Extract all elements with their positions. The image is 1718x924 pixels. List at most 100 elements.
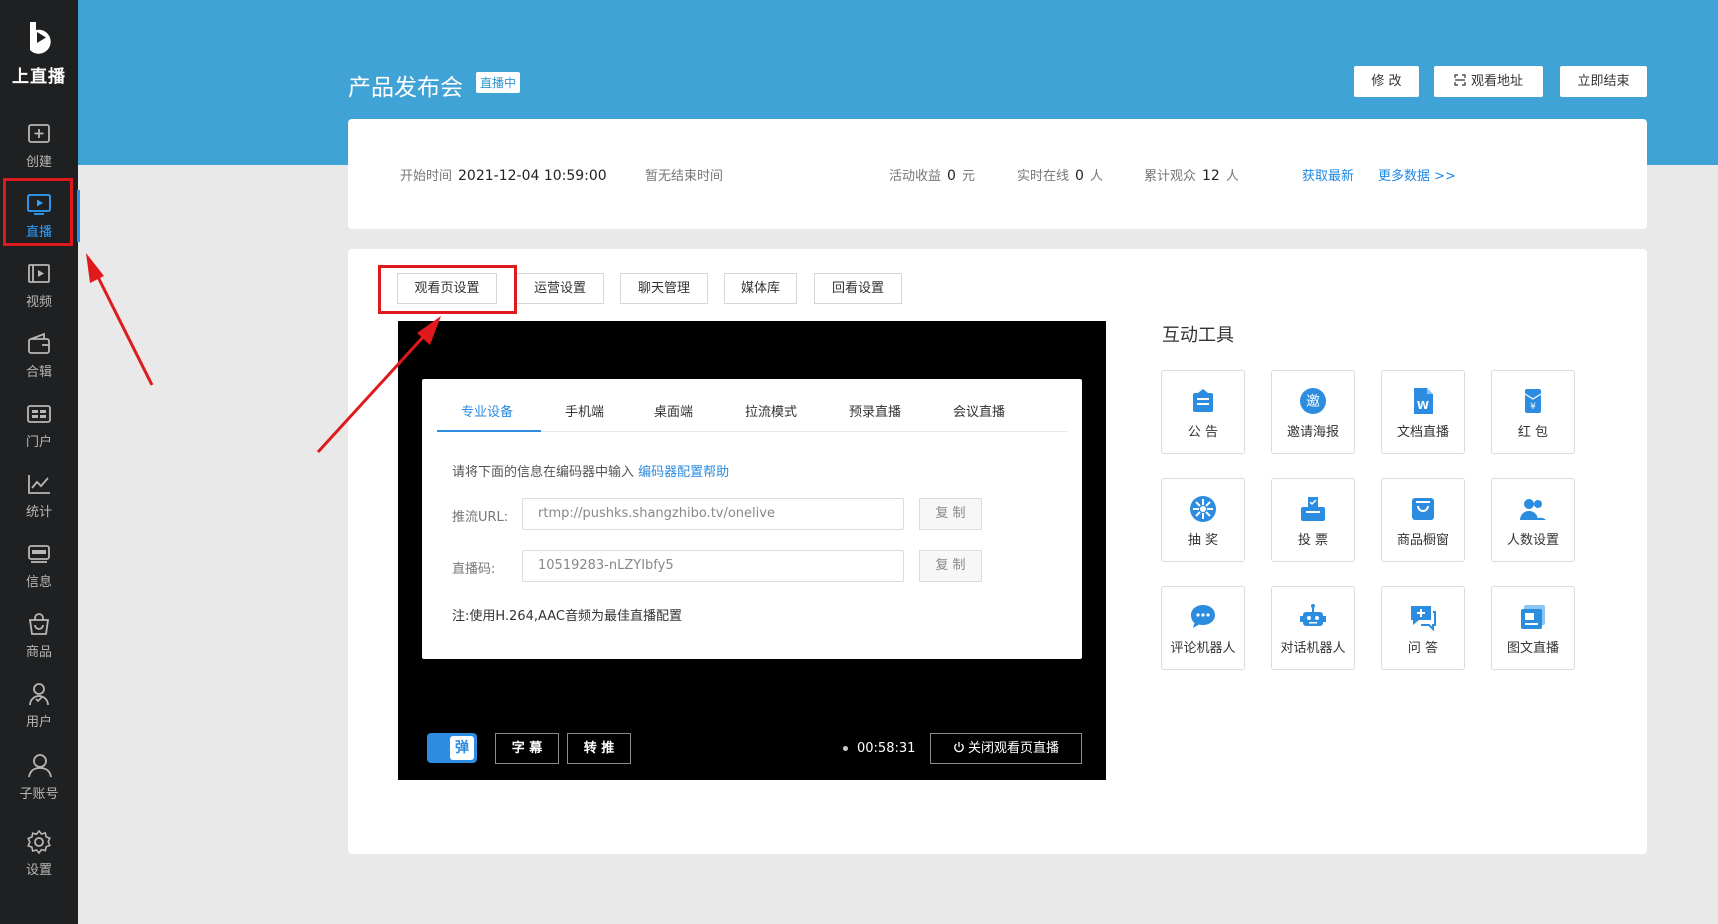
- tool-document-live[interactable]: W 文档直播: [1381, 370, 1465, 454]
- sidebar-item-message[interactable]: 信息: [0, 532, 78, 602]
- tool-label: 公 告: [1187, 425, 1219, 440]
- sidebar-item-collection[interactable]: 合辑: [0, 322, 78, 392]
- sidebar-item-label: 创建: [25, 155, 52, 170]
- encoder-help-link[interactable]: 编码器配置帮助: [638, 465, 729, 480]
- start-time-value: 2021-12-04 10:59:00: [458, 168, 607, 184]
- encoder-panel: 专业设备 手机端 桌面端 拉流模式 预录直播 会议直播 请将下面的信息在编码器中…: [422, 379, 1082, 659]
- encoder-tip-text: 请将下面的信息在编码器中输入: [452, 465, 635, 480]
- tool-people-count[interactable]: 人数设置: [1491, 478, 1575, 562]
- comment-robot-icon: [1191, 605, 1215, 628]
- push-url-label: 推流URL:: [452, 510, 509, 525]
- inner-tab-prerecorded[interactable]: 预录直播: [849, 401, 901, 420]
- tool-invite-poster[interactable]: 邀 邀请海报: [1271, 370, 1355, 454]
- tool-shop-window[interactable]: 商品橱窗: [1381, 478, 1465, 562]
- subtitle-button[interactable]: 字 幕: [495, 733, 559, 764]
- logo[interactable]: 上直播: [0, 20, 78, 87]
- tab-replay-settings[interactable]: 回看设置: [814, 273, 902, 304]
- total-value: 12: [1202, 168, 1220, 184]
- watch-url-button[interactable]: 观看地址: [1434, 66, 1543, 97]
- copy-push-url-button[interactable]: 复 制: [919, 498, 982, 530]
- inner-tab-pro-device[interactable]: 专业设备: [461, 401, 513, 420]
- tool-label: 商品橱窗: [1396, 533, 1449, 548]
- inner-tab-meeting[interactable]: 会议直播: [953, 401, 1005, 420]
- sidebar-item-label: 用户: [25, 715, 52, 730]
- sidebar-item-create[interactable]: 创建: [0, 112, 78, 182]
- sidebar-item-label: 信息: [25, 575, 52, 590]
- sidebar: 上直播 创建 直播 视频 合辑 门户 统计 信息 商品 用户 子账号 设置: [0, 0, 80, 924]
- svg-text:¥: ¥: [1530, 402, 1536, 412]
- tool-vote[interactable]: 投 票: [1271, 478, 1355, 562]
- tool-image-text-live[interactable]: 图文直播: [1491, 586, 1575, 670]
- video-icon: [28, 264, 50, 283]
- document-live-icon: W: [1414, 388, 1433, 414]
- message-icon: [28, 545, 50, 563]
- online-stat: 实时在线 0 人: [1017, 165, 1103, 184]
- player-preview: 专业设备 手机端 桌面端 拉流模式 预录直播 会议直播 请将下面的信息在编码器中…: [398, 321, 1106, 780]
- more-data-link[interactable]: 更多数据 >>: [1378, 165, 1456, 184]
- svg-text:W: W: [1417, 399, 1429, 412]
- people-count-icon: [1520, 499, 1546, 520]
- online-value: 0: [1075, 168, 1084, 184]
- tab-media-library[interactable]: 媒体库: [724, 273, 797, 304]
- gear-icon: [27, 829, 51, 855]
- tool-label: 抽 奖: [1187, 533, 1219, 548]
- tool-label: 人数设置: [1506, 533, 1559, 548]
- sub-account-icon: [28, 754, 52, 778]
- stream-code-field[interactable]: 10519283-nLZYIbfy5: [522, 550, 904, 582]
- revenue-stat: 活动收益 0 元: [889, 165, 975, 184]
- svg-text:邀: 邀: [1306, 394, 1320, 410]
- tab-operation-settings[interactable]: 运营设置: [516, 273, 604, 304]
- sidebar-item-settings[interactable]: 设置: [0, 820, 78, 890]
- push-url-field[interactable]: rtmp://pushks.shangzhibo.tv/onelive: [522, 498, 904, 530]
- end-now-button[interactable]: 立即结束: [1560, 66, 1647, 97]
- online-unit: 人: [1089, 169, 1103, 184]
- sidebar-item-goods[interactable]: 商品: [0, 602, 78, 672]
- relay-button[interactable]: 转 推: [567, 733, 631, 764]
- tool-label: 图文直播: [1506, 641, 1559, 656]
- stats-card: 开始时间 2021-12-04 10:59:00 暂无结束时间 活动收益 0 元 实时…: [348, 119, 1647, 229]
- tool-label: 邀请海报: [1286, 425, 1339, 440]
- tool-label: 文档直播: [1396, 425, 1449, 440]
- total-unit: 人: [1225, 169, 1239, 184]
- close-watch-live-button[interactable]: 关闭观看页直播: [930, 733, 1082, 764]
- tool-lottery[interactable]: 抽 奖: [1161, 478, 1245, 562]
- inner-tab-underline: [437, 430, 541, 432]
- main-card: 观看页设置 运营设置 聊天管理 媒体库 回看设置 专业设备 手机端 桌面端 拉流…: [348, 249, 1647, 854]
- portal-icon: [27, 405, 51, 423]
- tool-label: 问 答: [1407, 641, 1439, 656]
- image-text-icon: [1521, 605, 1545, 629]
- sidebar-item-label: 商品: [25, 645, 52, 660]
- total-label: 累计观众: [1144, 169, 1197, 184]
- inner-tab-desktop[interactable]: 桌面端: [654, 401, 693, 420]
- total-viewers-stat: 累计观众 12 人: [1144, 165, 1239, 184]
- live-duration: 00:58:31: [843, 741, 915, 756]
- edit-button[interactable]: 修 改: [1354, 66, 1419, 97]
- tool-announcement[interactable]: 公 告: [1161, 370, 1245, 454]
- tools-title: 互动工具: [1162, 325, 1234, 346]
- tool-qa[interactable]: 问 答: [1381, 586, 1465, 670]
- revenue-label: 活动收益: [889, 169, 942, 184]
- tab-chat-management[interactable]: 聊天管理: [620, 273, 708, 304]
- inner-tab-mobile[interactable]: 手机端: [565, 401, 604, 420]
- qa-icon: [1411, 606, 1436, 632]
- tool-comment-robot[interactable]: 评论机器人: [1161, 586, 1245, 670]
- inner-tab-pull-mode[interactable]: 拉流模式: [745, 401, 797, 420]
- tool-chat-robot[interactable]: 对话机器人: [1271, 586, 1355, 670]
- tool-red-packet[interactable]: ¥ 红 包: [1491, 370, 1575, 454]
- sidebar-item-label: 合辑: [25, 365, 52, 380]
- danmu-toggle[interactable]: 弹: [427, 733, 477, 763]
- revenue-value: 0: [947, 168, 956, 184]
- lottery-icon: [1190, 496, 1216, 522]
- start-time-label: 开始时间: [400, 169, 453, 184]
- red-packet-icon: ¥: [1524, 389, 1542, 413]
- wallet-icon: [28, 332, 50, 354]
- copy-stream-code-button[interactable]: 复 制: [919, 550, 982, 582]
- sidebar-item-sub-account[interactable]: 子账号: [0, 744, 78, 814]
- sidebar-item-portal[interactable]: 门户: [0, 392, 78, 462]
- sidebar-item-stats[interactable]: 统计: [0, 462, 78, 532]
- sidebar-item-label: 视频: [25, 295, 52, 310]
- sidebar-item-video[interactable]: 视频: [0, 252, 78, 322]
- refresh-link[interactable]: 获取最新: [1302, 165, 1354, 184]
- sidebar-item-user[interactable]: 用户: [0, 672, 78, 742]
- logo-text: 上直播: [12, 67, 66, 87]
